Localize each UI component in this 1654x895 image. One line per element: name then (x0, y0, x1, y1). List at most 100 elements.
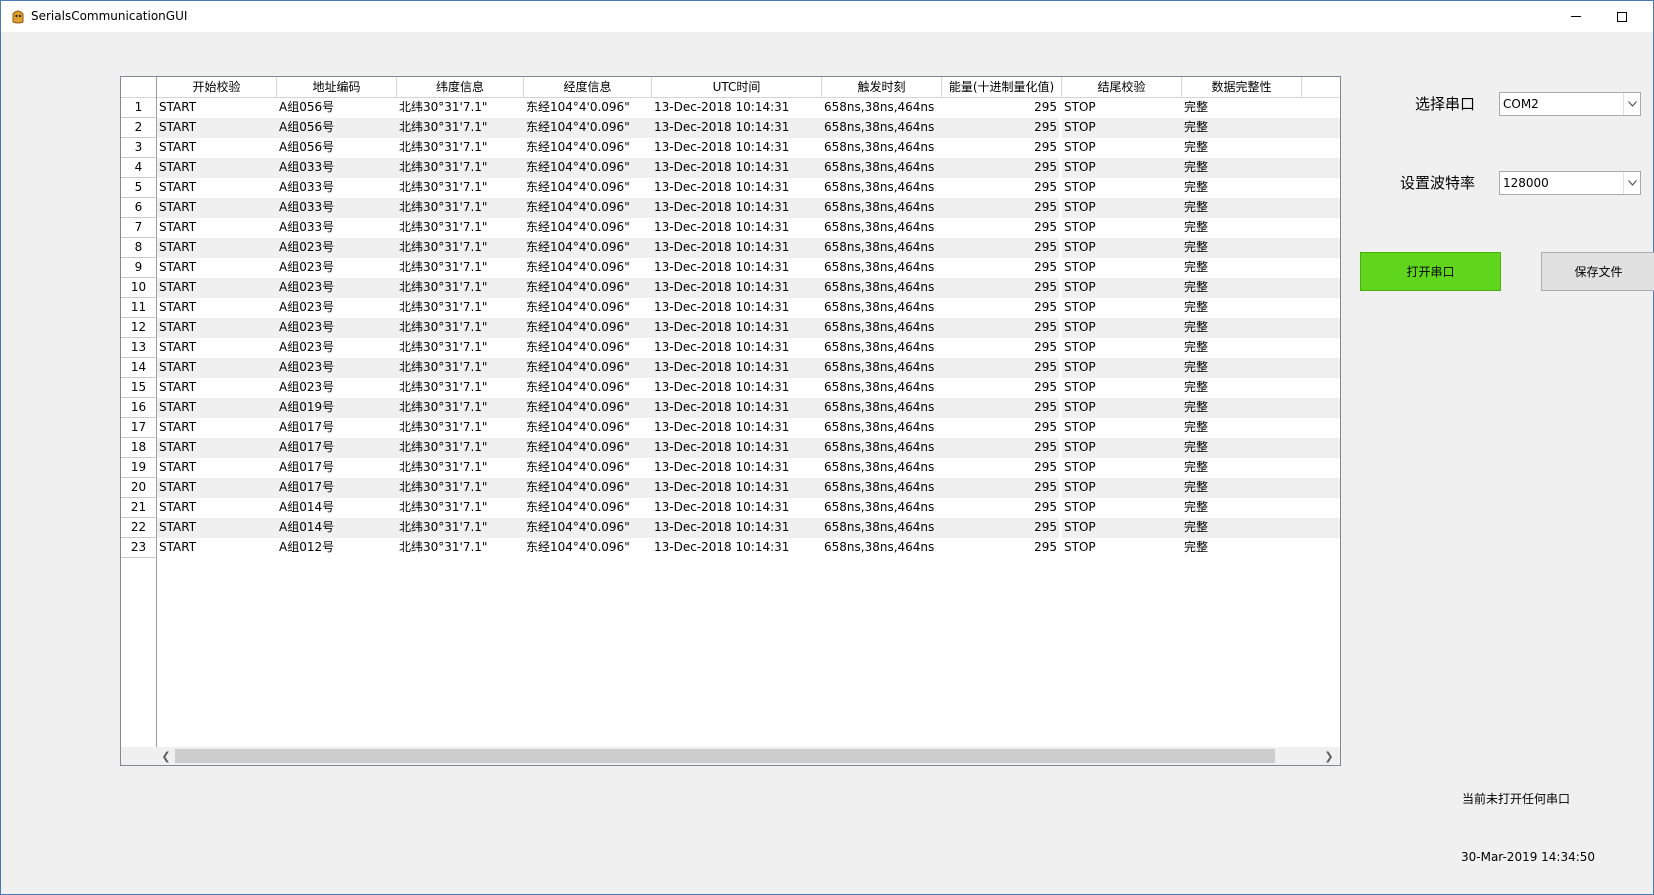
table-cell-lon[interactable]: 东经104°4'0.096" (524, 318, 652, 338)
column-header[interactable]: UTC时间 (652, 77, 822, 98)
table-cell-addr[interactable]: A组033号 (277, 178, 397, 198)
table-cell-start[interactable]: START (157, 518, 277, 538)
table-cell-integrity[interactable]: 完整 (1182, 298, 1302, 318)
table-cell-start[interactable]: START (157, 418, 277, 438)
table-cell-end[interactable]: STOP (1062, 338, 1182, 358)
table-cell-utc[interactable]: 13-Dec-2018 10:14:31 (652, 478, 822, 498)
table-cell-end[interactable]: STOP (1062, 398, 1182, 418)
table-cell-energy[interactable]: 295 (942, 438, 1059, 458)
table-cell-utc[interactable]: 13-Dec-2018 10:14:31 (652, 278, 822, 298)
table-cell-end[interactable]: STOP (1062, 258, 1182, 278)
table-cell-lat[interactable]: 北纬30°31'7.1" (397, 198, 524, 218)
row-number[interactable]: 21 (121, 498, 157, 518)
table-cell-trig[interactable]: 658ns,38ns,464ns (822, 198, 942, 218)
table-cell-end[interactable]: STOP (1062, 138, 1182, 158)
chevron-down-icon[interactable] (1623, 172, 1640, 194)
minimize-button[interactable] (1553, 1, 1599, 32)
table-cell-energy[interactable]: 295 (942, 98, 1059, 118)
table-cell-end[interactable]: STOP (1062, 418, 1182, 438)
table-cell-trig[interactable]: 658ns,38ns,464ns (822, 458, 942, 478)
table-cell-start[interactable]: START (157, 318, 277, 338)
table-cell-utc[interactable]: 13-Dec-2018 10:14:31 (652, 378, 822, 398)
table-row[interactable]: 10 START A组023号 北纬30°31'7.1" 东经104°4'0.096" 1… (121, 278, 1340, 298)
table-cell-lat[interactable]: 北纬30°31'7.1" (397, 158, 524, 178)
table-cell-addr[interactable]: A组014号 (277, 518, 397, 538)
table-cell-trig[interactable]: 658ns,38ns,464ns (822, 438, 942, 458)
scrollbar-thumb[interactable] (175, 749, 1275, 763)
row-number[interactable]: 11 (121, 298, 157, 318)
table-cell-lon[interactable]: 东经104°4'0.096" (524, 418, 652, 438)
table-cell-lat[interactable]: 北纬30°31'7.1" (397, 298, 524, 318)
table-cell-addr[interactable]: A组033号 (277, 158, 397, 178)
table-cell-lat[interactable]: 北纬30°31'7.1" (397, 538, 524, 558)
table-cell-addr[interactable]: A组023号 (277, 318, 397, 338)
table-cell-start[interactable]: START (157, 378, 277, 398)
table-cell-lat[interactable]: 北纬30°31'7.1" (397, 318, 524, 338)
title-bar[interactable]: SerialsCommunicationGUI (1, 1, 1653, 32)
table-cell-lat[interactable]: 北纬30°31'7.1" (397, 418, 524, 438)
table-row[interactable]: 12 START A组023号 北纬30°31'7.1" 东经104°4'0.096" 1… (121, 318, 1340, 338)
table-cell-lon[interactable]: 东经104°4'0.096" (524, 138, 652, 158)
table-row[interactable]: 5 START A组033号 北纬30°31'7.1" 东经104°4'0.096" 13… (121, 178, 1340, 198)
table-cell-lat[interactable]: 北纬30°31'7.1" (397, 218, 524, 238)
chevron-right-icon[interactable]: ❯ (1320, 747, 1338, 765)
table-cell-lon[interactable]: 东经104°4'0.096" (524, 378, 652, 398)
table-cell-lat[interactable]: 北纬30°31'7.1" (397, 118, 524, 138)
table-cell-energy[interactable]: 295 (942, 198, 1059, 218)
table-cell-utc[interactable]: 13-Dec-2018 10:14:31 (652, 338, 822, 358)
table-row[interactable]: 7 START A组033号 北纬30°31'7.1" 东经104°4'0.096" 13… (121, 218, 1340, 238)
row-number[interactable]: 8 (121, 238, 157, 258)
table-cell-lat[interactable]: 北纬30°31'7.1" (397, 378, 524, 398)
table-cell-energy[interactable]: 295 (942, 378, 1059, 398)
table-cell-utc[interactable]: 13-Dec-2018 10:14:31 (652, 158, 822, 178)
table-cell-end[interactable]: STOP (1062, 538, 1182, 558)
table-cell-start[interactable]: START (157, 218, 277, 238)
table-cell-trig[interactable]: 658ns,38ns,464ns (822, 258, 942, 278)
table-row[interactable]: 18 START A组017号 北纬30°31'7.1" 东经104°4'0.096" 1… (121, 438, 1340, 458)
table-cell-lat[interactable]: 北纬30°31'7.1" (397, 438, 524, 458)
table-cell-energy[interactable]: 295 (942, 218, 1059, 238)
chevron-left-icon[interactable]: ❮ (157, 747, 175, 765)
table-cell-energy[interactable]: 295 (942, 118, 1059, 138)
table-cell-energy[interactable]: 295 (942, 138, 1059, 158)
table-cell-start[interactable]: START (157, 258, 277, 278)
table-row[interactable]: 9 START A组023号 北纬30°31'7.1" 东经104°4'0.096" 13… (121, 258, 1340, 278)
table-cell-lat[interactable]: 北纬30°31'7.1" (397, 358, 524, 378)
table-cell-lon[interactable]: 东经104°4'0.096" (524, 258, 652, 278)
table-cell-integrity[interactable]: 完整 (1182, 458, 1302, 478)
table-cell-utc[interactable]: 13-Dec-2018 10:14:31 (652, 398, 822, 418)
row-number[interactable]: 2 (121, 118, 157, 138)
table-cell-utc[interactable]: 13-Dec-2018 10:14:31 (652, 218, 822, 238)
table-cell-lon[interactable]: 东经104°4'0.096" (524, 458, 652, 478)
column-header[interactable]: 触发时刻 (822, 77, 942, 98)
table-cell-integrity[interactable]: 完整 (1182, 478, 1302, 498)
table-row[interactable]: 16 START A组019号 北纬30°31'7.1" 东经104°4'0.096" 1… (121, 398, 1340, 418)
table-cell-trig[interactable]: 658ns,38ns,464ns (822, 398, 942, 418)
table-row[interactable]: 1 START A组056号 北纬30°31'7.1" 东经104°4'0.096" 13… (121, 98, 1340, 118)
table-cell-addr[interactable]: A组033号 (277, 198, 397, 218)
table-cell-end[interactable]: STOP (1062, 278, 1182, 298)
column-header[interactable]: 经度信息 (524, 77, 652, 98)
row-number[interactable]: 19 (121, 458, 157, 478)
table-cell-trig[interactable]: 658ns,38ns,464ns (822, 298, 942, 318)
table-row[interactable]: 17 START A组017号 北纬30°31'7.1" 东经104°4'0.096" 1… (121, 418, 1340, 438)
table-cell-lon[interactable]: 东经104°4'0.096" (524, 298, 652, 318)
table-cell-start[interactable]: START (157, 438, 277, 458)
table-cell-utc[interactable]: 13-Dec-2018 10:14:31 (652, 518, 822, 538)
table-cell-utc[interactable]: 13-Dec-2018 10:14:31 (652, 318, 822, 338)
table-cell-end[interactable]: STOP (1062, 118, 1182, 138)
table-cell-lat[interactable]: 北纬30°31'7.1" (397, 178, 524, 198)
row-number[interactable]: 10 (121, 278, 157, 298)
table-row[interactable]: 4 START A组033号 北纬30°31'7.1" 东经104°4'0.096" 13… (121, 158, 1340, 178)
table-cell-integrity[interactable]: 完整 (1182, 398, 1302, 418)
table-cell-addr[interactable]: A组056号 (277, 138, 397, 158)
table-cell-lon[interactable]: 东经104°4'0.096" (524, 358, 652, 378)
table-cell-start[interactable]: START (157, 158, 277, 178)
table-cell-addr[interactable]: A组017号 (277, 478, 397, 498)
table-cell-addr[interactable]: A组017号 (277, 418, 397, 438)
horizontal-scrollbar[interactable]: ❮ ❯ (121, 747, 1340, 765)
table-cell-integrity[interactable]: 完整 (1182, 178, 1302, 198)
table-cell-integrity[interactable]: 完整 (1182, 418, 1302, 438)
table-cell-start[interactable]: START (157, 498, 277, 518)
table-cell-lon[interactable]: 东经104°4'0.096" (524, 338, 652, 358)
